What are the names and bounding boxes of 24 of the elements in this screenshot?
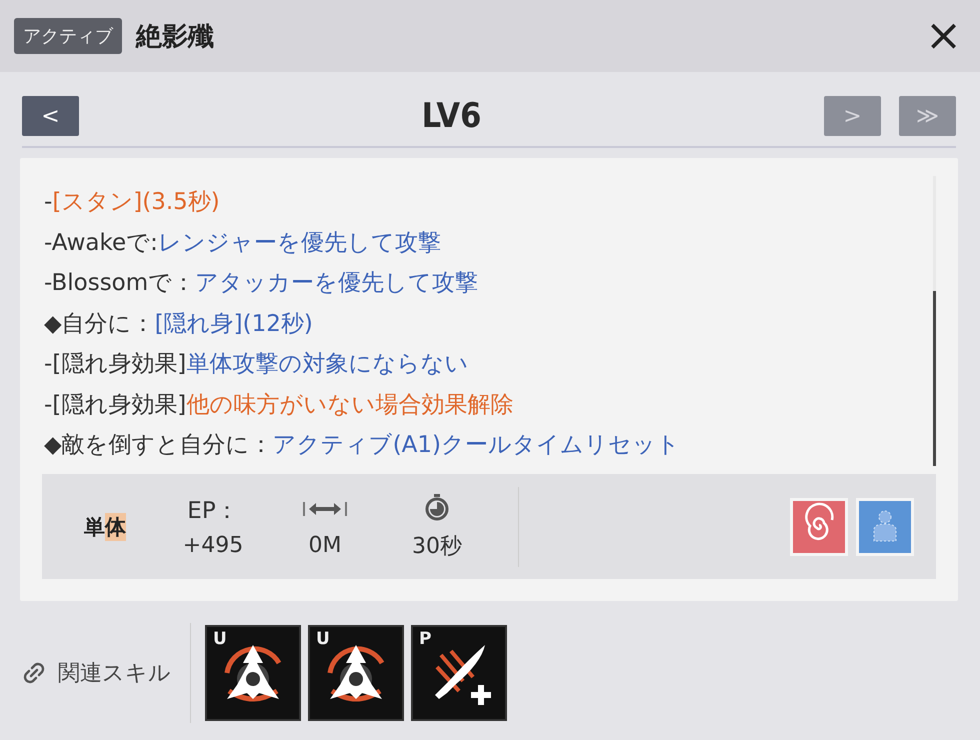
skill-tile[interactable]: U <box>205 624 301 720</box>
skill-tile[interactable]: P <box>411 624 507 720</box>
description-line: -[隠れ身効果]他の味方がいない場合効果解除 <box>44 390 514 420</box>
level-label: LV6 <box>420 96 482 136</box>
description-line: -Awakeで:レンジャーを優先して攻撃 <box>44 228 442 258</box>
category-tag: アクティブ <box>14 18 122 54</box>
description-line: ◆敵を倒すと自分に：アクティブ(A1)クールタイムリセット <box>44 431 682 460</box>
spiral-icon <box>790 498 848 556</box>
target-label: 単体 <box>84 512 126 540</box>
stat-value: +495 <box>182 533 244 558</box>
description-line: -[隠れ身効果]単体攻撃の対象にならない <box>44 350 470 379</box>
close-button[interactable]: × <box>921 14 966 58</box>
stat-label: EP： <box>187 497 239 523</box>
figure-icon <box>856 498 914 556</box>
skill-title: 絶影殲 <box>136 20 215 54</box>
description-line: -Blossomで：アタッカーを優先して攻撃 <box>44 269 480 298</box>
description-line: ◆自分に：[隠れ身](12秒) <box>44 310 314 338</box>
description-line: -[スタン](3.5秒) <box>44 188 221 217</box>
skill-tile[interactable]: U <box>308 624 404 720</box>
stat-value: 0M <box>308 533 342 558</box>
related-skills-label: 関連スキル <box>58 660 171 688</box>
previous-level-button[interactable]: < <box>22 96 79 136</box>
stopwatch-icon <box>424 492 450 520</box>
stat-value: 30秒 <box>412 532 462 560</box>
